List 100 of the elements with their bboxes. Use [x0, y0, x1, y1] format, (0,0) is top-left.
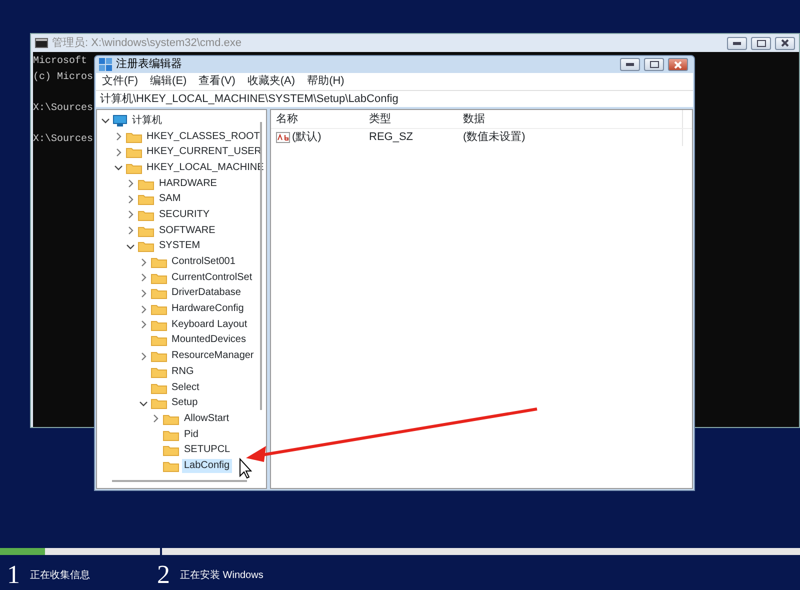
string-value-icon	[276, 132, 290, 143]
folder-icon	[126, 146, 142, 158]
tree-item[interactable]: HKEY_CLASSES_ROOT	[144, 130, 262, 144]
column-header[interactable]: 名称	[276, 110, 298, 128]
tree-item[interactable]: DriverDatabase	[170, 286, 243, 300]
minimize-button[interactable]	[727, 36, 747, 50]
expand-chevron-icon[interactable]	[126, 226, 135, 236]
console-line: X:\Sources	[33, 102, 94, 116]
folder-icon	[138, 224, 154, 237]
tree-item[interactable]: 计算机	[130, 114, 164, 128]
folder-icon	[150, 318, 166, 331]
tree-item[interactable]: SAM	[157, 192, 183, 206]
expand-chevron-icon[interactable]	[126, 179, 135, 188]
folder-icon	[150, 256, 166, 268]
registry-icon	[99, 58, 112, 71]
folder-icon	[163, 460, 179, 472]
menu-item[interactable]: 查看(V)	[198, 73, 236, 90]
minimize-icon	[626, 63, 634, 66]
expand-chevron-icon[interactable]	[138, 273, 148, 282]
value-name[interactable]: (默认)	[292, 129, 322, 146]
minimize-icon	[733, 42, 741, 44]
tree-item[interactable]: ControlSet001	[170, 255, 238, 270]
tree-item[interactable]: HARDWARE	[157, 176, 219, 191]
tree-item[interactable]: Pid	[182, 428, 200, 442]
expand-chevron-icon[interactable]	[138, 352, 148, 361]
expand-chevron-icon[interactable]	[126, 210, 135, 220]
tree-item[interactable]: ResourceManager	[170, 349, 256, 364]
collapse-chevron-icon[interactable]	[138, 398, 148, 408]
console-line: (c) Micros	[33, 70, 94, 84]
maximize-icon	[756, 40, 766, 46]
tree-item[interactable]: LabConfig	[182, 458, 232, 473]
window-title: 注册表编辑器	[116, 56, 182, 72]
menu-item[interactable]: 收藏夹(A)	[247, 73, 296, 90]
menu-item[interactable]: 帮助(H)	[307, 73, 344, 90]
step-number: 1	[7, 561, 20, 589]
console-line: X:\Sources	[33, 132, 94, 146]
collapse-chevron-icon[interactable]	[126, 242, 135, 251]
expand-chevron-icon[interactable]	[114, 132, 122, 142]
console-line: Microsoft	[33, 54, 88, 69]
tree-item[interactable]: HKEY_CURRENT_USER	[144, 145, 264, 160]
tree-item[interactable]: Keyboard Layout	[170, 318, 250, 332]
folder-icon	[126, 130, 142, 143]
folder-icon	[163, 444, 179, 456]
menu-item[interactable]: 编辑(E)	[150, 73, 187, 90]
console-icon	[35, 38, 48, 48]
step-label: 正在安装 Windows	[180, 568, 264, 582]
close-icon	[674, 60, 682, 68]
folder-icon	[138, 240, 154, 252]
tree-item[interactable]: MountedDevices	[170, 333, 248, 348]
folder-icon	[150, 382, 166, 394]
address-bar[interactable]: 计算机\HKEY_LOCAL_MACHINE\SYSTEM\Setup\LabConfig	[96, 90, 693, 107]
column-header[interactable]: 类型	[369, 112, 391, 125]
tree-item[interactable]: SOFTWARE	[157, 224, 218, 238]
expand-chevron-icon[interactable]	[114, 148, 122, 157]
column-header[interactable]: 数据	[463, 110, 485, 128]
tree-item[interactable]: Setup	[170, 396, 200, 410]
step-number: 2	[157, 561, 170, 589]
folder-icon	[138, 193, 154, 206]
folder-icon	[150, 397, 166, 410]
mouse-cursor-icon	[240, 458, 252, 479]
tree-item[interactable]: CurrentControlSet	[170, 270, 254, 285]
close-button[interactable]	[775, 36, 795, 50]
tree-item[interactable]: SECURITY	[157, 208, 212, 222]
expand-chevron-icon[interactable]	[138, 320, 148, 330]
minimize-button[interactable]	[620, 58, 640, 71]
maximize-button[interactable]	[751, 36, 771, 50]
menu-item[interactable]: 文件(F)	[102, 73, 138, 90]
folder-icon	[126, 162, 142, 174]
tree-item[interactable]: HKEY_LOCAL_MACHINE	[144, 160, 266, 175]
computer-icon	[113, 114, 127, 127]
collapse-chevron-icon[interactable]	[101, 116, 110, 126]
close-button[interactable]	[668, 58, 688, 71]
maximize-icon	[650, 61, 658, 68]
expand-chevron-icon[interactable]	[126, 194, 135, 204]
tree-item[interactable]: AllowStart	[182, 412, 232, 426]
value-type: REG_SZ	[369, 131, 414, 144]
step-label: 正在收集信息	[30, 568, 90, 582]
folder-icon	[138, 208, 154, 221]
folder-icon	[150, 366, 166, 378]
tree-item[interactable]: RNG	[170, 364, 196, 379]
value-data: (数值未设置)	[463, 130, 526, 146]
folder-icon	[163, 412, 179, 425]
collapse-chevron-icon[interactable]	[114, 163, 122, 172]
folder-icon	[150, 350, 166, 362]
tree-item[interactable]: SYSTEM	[157, 239, 202, 254]
expand-chevron-icon[interactable]	[138, 288, 148, 298]
folder-icon	[150, 272, 166, 284]
folder-icon	[138, 178, 154, 190]
folder-icon	[150, 287, 166, 300]
tree-item[interactable]: HardwareConfig	[170, 302, 246, 316]
tree-item[interactable]: Select	[170, 380, 202, 395]
window-title: 管理员: X:\windows\system32\cmd.exe	[52, 36, 242, 51]
expand-chevron-icon[interactable]	[138, 258, 148, 267]
maximize-button[interactable]	[644, 58, 664, 71]
close-icon	[781, 39, 789, 47]
expand-chevron-icon[interactable]	[138, 304, 148, 314]
folder-icon	[150, 334, 166, 346]
expand-chevron-icon[interactable]	[151, 414, 160, 424]
folder-icon	[150, 303, 166, 316]
tree-item[interactable]: SETUPCL	[182, 443, 232, 458]
